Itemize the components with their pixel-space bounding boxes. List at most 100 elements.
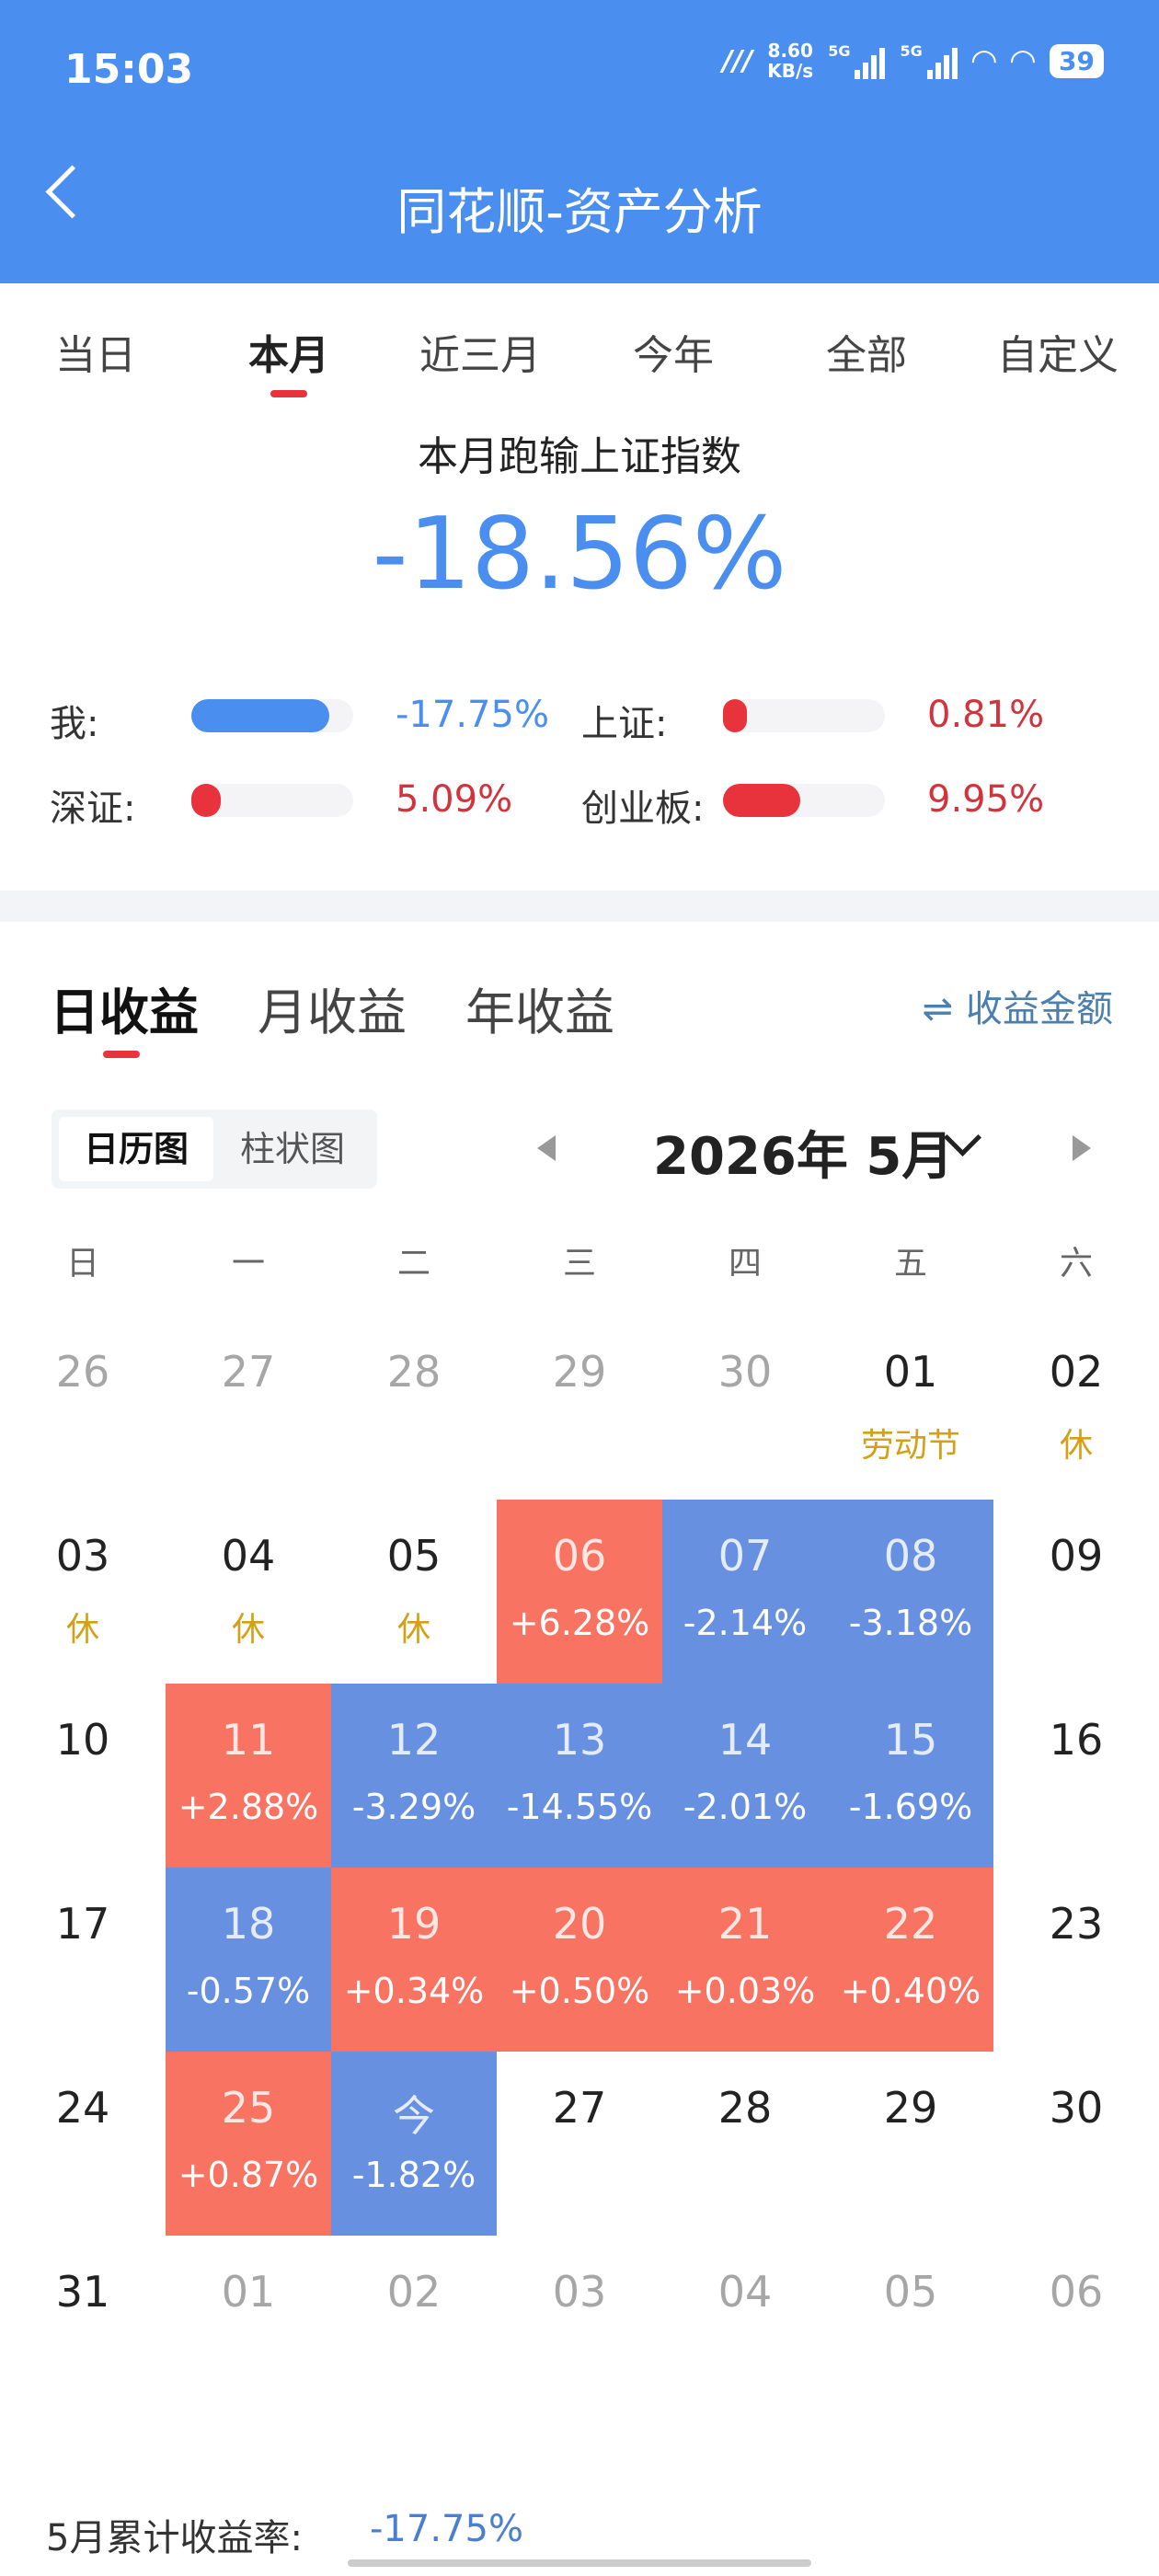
tab-three-months[interactable]: 近三月 — [419, 322, 541, 381]
day-number: 03 — [552, 2267, 607, 2317]
home-indicator[interactable] — [348, 2559, 811, 2567]
calendar-day[interactable]: 27 — [497, 2052, 662, 2236]
calendar-day[interactable]: 16 — [993, 1684, 1159, 1868]
calendar-day[interactable]: 22 +0.40% — [828, 1868, 993, 2052]
calendar-day[interactable]: 30 — [662, 1316, 828, 1500]
tab-this-year[interactable]: 今年 — [633, 322, 714, 381]
calendar-day[interactable]: 15 -1.69% — [828, 1684, 993, 1868]
signal-icon: 5G — [900, 42, 958, 79]
calendar-day[interactable]: 25 +0.87% — [166, 2052, 331, 2236]
summary-title: 本月跑输上证指数 — [418, 433, 741, 480]
day-number: 21 — [717, 1899, 773, 1949]
calendar-day[interactable]: 31 — [0, 2236, 166, 2420]
signal-icon: 5G — [828, 42, 886, 79]
calendar-day[interactable]: 04 — [662, 2236, 828, 2420]
day-return: -1.82% — [351, 2155, 476, 2195]
day-number: 24 — [55, 2083, 110, 2133]
day-number: 02 — [1049, 1347, 1104, 1397]
tab-this-month[interactable]: 本月 — [248, 322, 329, 381]
day-number: 15 — [883, 1715, 938, 1765]
calendar-day[interactable]: 19 +0.34% — [331, 1868, 497, 2052]
comparison-fill-chinext — [723, 784, 801, 817]
calendar-day[interactable]: 29 — [497, 1316, 662, 1500]
day-number: 04 — [717, 2267, 773, 2317]
prev-month-icon[interactable] — [537, 1135, 556, 1161]
calendar-day[interactable]: 03 — [497, 2236, 662, 2420]
calendar-day[interactable]: 29 — [828, 2052, 993, 2236]
tab-custom[interactable]: 自定义 — [997, 322, 1119, 381]
calendar-day[interactable]: 21 +0.03% — [662, 1868, 828, 2052]
calendar-day[interactable]: 02 — [331, 2236, 497, 2420]
active-tab-indicator — [270, 390, 307, 397]
calendar-day[interactable]: 17 — [0, 1868, 166, 2052]
day-number: 10 — [55, 1715, 110, 1765]
calendar-day[interactable]: 20 +0.50% — [497, 1868, 662, 2052]
calendar-day[interactable]: 11 +2.88% — [166, 1684, 331, 1868]
comparison-label-me: 我: — [50, 703, 99, 745]
day-return: -3.29% — [351, 1787, 476, 1827]
day-number: 25 — [221, 2083, 276, 2133]
section-divider — [0, 891, 1159, 922]
day-return: +0.87% — [178, 2155, 319, 2195]
page-title: 同花顺-资产分析 — [396, 183, 763, 241]
tab-daily-income[interactable]: 日收益 — [50, 972, 199, 1044]
day-number: 26 — [55, 1347, 110, 1397]
day-number: 14 — [717, 1715, 773, 1765]
wifi-icon: ◠ — [971, 42, 996, 79]
day-return: +0.34% — [343, 1971, 485, 2011]
calendar-day[interactable]: 05 休 — [331, 1500, 497, 1684]
calendar-day[interactable]: 06 +6.28% — [497, 1500, 662, 1684]
calendar-day[interactable]: 12 -3.29% — [331, 1684, 497, 1868]
amount-toggle-button[interactable]: ⇌ 收益金额 — [922, 979, 1113, 1032]
calendar-day[interactable]: 24 — [0, 2052, 166, 2236]
calendar-day[interactable]: 28 — [662, 2052, 828, 2236]
calendar-day[interactable]: 05 — [828, 2236, 993, 2420]
tab-monthly-income[interactable]: 月收益 — [258, 972, 407, 1044]
bar-view-button[interactable]: 柱状图 — [215, 1117, 370, 1181]
calendar-day[interactable]: 01 劳动节 — [828, 1316, 993, 1500]
calendar-day[interactable]: 18 -0.57% — [166, 1868, 331, 2052]
holiday-label: 休 — [396, 1611, 430, 1649]
calendar-day[interactable]: 27 — [166, 1316, 331, 1500]
tab-today[interactable]: 当日 — [55, 322, 136, 381]
calendar-day[interactable]: 26 — [0, 1316, 166, 1500]
calendar-day[interactable]: 08 -3.18% — [828, 1500, 993, 1684]
day-return: +6.28% — [509, 1603, 650, 1643]
day-number: 04 — [221, 1531, 276, 1581]
wifi-icon: ◠ — [1010, 42, 1036, 79]
calendar-day[interactable]: 今 -1.82% — [331, 2052, 497, 2236]
day-return: +2.88% — [178, 1787, 319, 1827]
day-return: +0.50% — [509, 1971, 650, 2011]
calendar-day[interactable]: 01 — [166, 2236, 331, 2420]
calendar-day[interactable]: 30 — [993, 2052, 1159, 2236]
day-number: 05 — [386, 1531, 442, 1581]
calendar-day[interactable]: 04 休 — [166, 1500, 331, 1684]
calendar-day[interactable]: 10 — [0, 1684, 166, 1868]
calendar-day[interactable]: 02 休 — [993, 1316, 1159, 1500]
weekday-tue: 二 — [396, 1245, 430, 1282]
month-label[interactable]: 2026年 5月 — [653, 1115, 953, 1190]
calendar-view-button[interactable]: 日历图 — [59, 1117, 213, 1181]
day-number: 01 — [221, 2267, 276, 2317]
calendar-day[interactable]: 23 — [993, 1868, 1159, 2052]
comparison-bar-chinext — [723, 784, 885, 817]
app-header: 15:03 /// 8.60 KB/s 5G 5G ◠ ◠ 39 同花顺-资产分析 — [0, 0, 1159, 283]
next-month-icon[interactable] — [1073, 1135, 1091, 1161]
day-number: 22 — [883, 1899, 938, 1949]
calendar-day[interactable]: 28 — [331, 1316, 497, 1500]
tab-yearly-income[interactable]: 年收益 — [465, 972, 614, 1044]
day-return: -2.01% — [683, 1787, 808, 1827]
holiday-label: 休 — [1059, 1427, 1093, 1465]
day-number: 01 — [883, 1347, 938, 1397]
calendar-day[interactable]: 03 休 — [0, 1500, 166, 1684]
calendar-day[interactable]: 06 — [993, 2236, 1159, 2420]
cumulative-return-value: -17.75% — [370, 2508, 523, 2550]
day-number: 09 — [1049, 1531, 1104, 1581]
tab-all[interactable]: 全部 — [826, 322, 907, 381]
calendar-day[interactable]: 07 -2.14% — [662, 1500, 828, 1684]
calendar-day[interactable]: 13 -14.55% — [497, 1684, 662, 1868]
summary-value: -18.56% — [372, 497, 787, 612]
calendar-day[interactable]: 09 — [993, 1500, 1159, 1684]
calendar-day[interactable]: 14 -2.01% — [662, 1684, 828, 1868]
comparison-label-shanghai: 上证: — [581, 703, 668, 745]
